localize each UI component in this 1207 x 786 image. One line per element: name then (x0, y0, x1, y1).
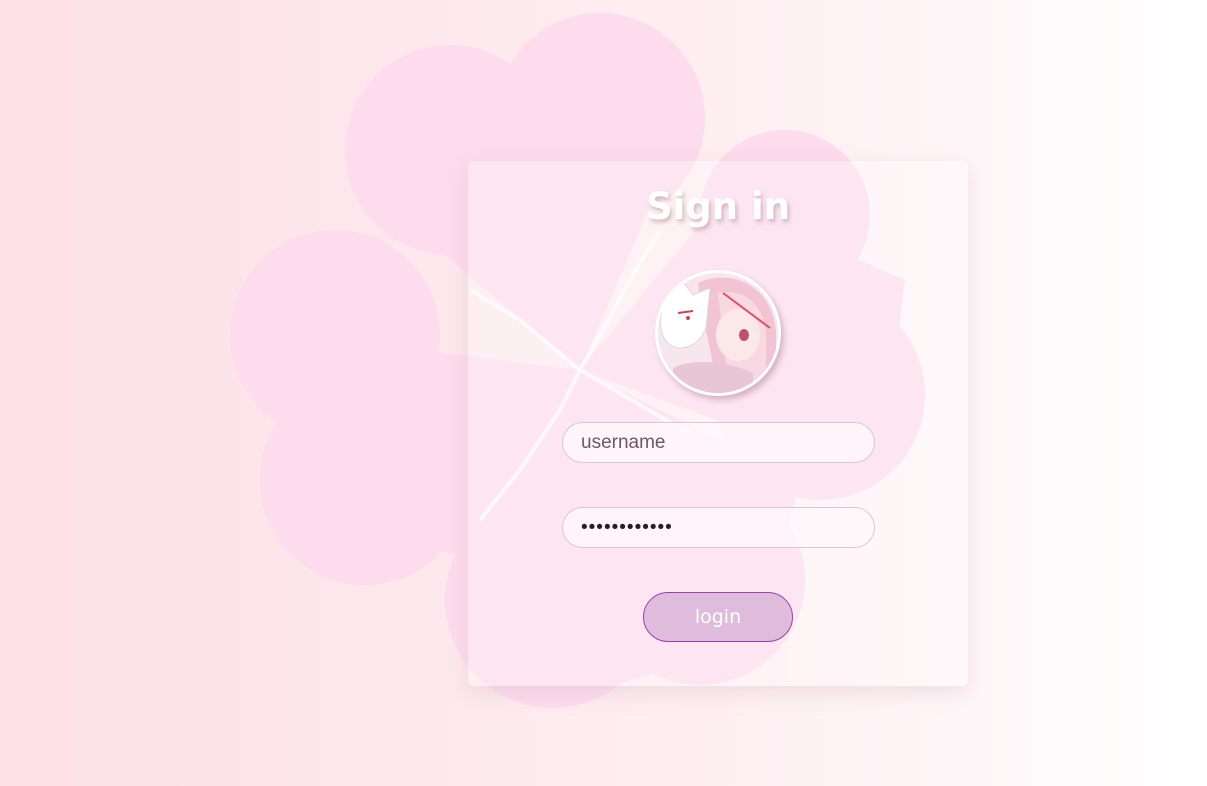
username-input[interactable] (562, 422, 875, 463)
password-input[interactable] (562, 507, 875, 548)
page-title: Sign in (645, 185, 791, 228)
avatar (655, 270, 781, 396)
avatar-illustration-icon (658, 273, 778, 393)
login-button[interactable]: login (643, 592, 793, 642)
